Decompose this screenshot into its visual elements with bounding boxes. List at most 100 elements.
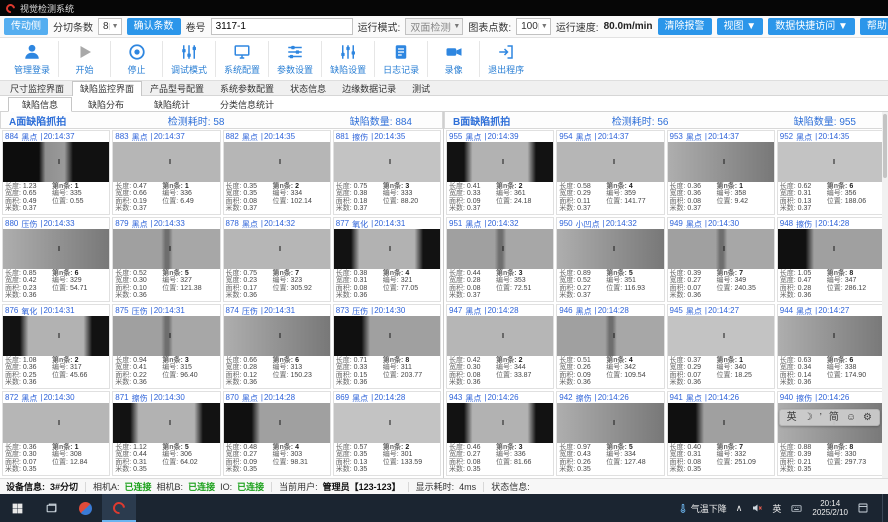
- defect-cell[interactable]: 954 黑点 20:14:37 长度: 0.58 宽度: 0.29 面积: 0.…: [556, 130, 664, 215]
- ime-fullwidth-toggle[interactable]: ☽: [804, 410, 813, 425]
- defect-cell[interactable]: 951 黑点 20:14:32 长度: 0.44 宽度: 0.28 面积: 0.…: [446, 217, 554, 302]
- exit-program-button[interactable]: 退出程序: [480, 41, 532, 77]
- defect-cell[interactable]: 877 氧化 20:14:31 长度: 0.38 宽度: 0.31 面积: 0.…: [333, 217, 441, 302]
- record-video-button[interactable]: 录像: [428, 41, 480, 77]
- run-mode-select[interactable]: 双面检测: [405, 18, 463, 35]
- touch-keyboard-button[interactable]: [790, 503, 803, 514]
- confirm-strips-button[interactable]: 确认条数: [127, 18, 181, 35]
- tab-product-config[interactable]: 产品型号配置: [142, 81, 212, 95]
- subtab-defect-distribution[interactable]: 缺陷分布: [74, 97, 138, 111]
- roll-number-input[interactable]: [211, 18, 353, 35]
- vertical-scrollbar[interactable]: [882, 112, 888, 478]
- tab-status-info[interactable]: 状态信息: [282, 81, 334, 95]
- defect-image[interactable]: [224, 403, 330, 442]
- data-quick-access-button[interactable]: 数据快捷访问 ▼: [768, 18, 855, 35]
- clear-alarm-button[interactable]: 清除报警: [658, 18, 712, 35]
- defect-cell[interactable]: 884 黑点 20:14:37 长度: 1.23 宽度: 0.65 面积: 0.…: [2, 130, 110, 215]
- admin-login-button[interactable]: 管理登录: [6, 41, 59, 77]
- defect-image[interactable]: [224, 229, 330, 268]
- tab-size-monitor[interactable]: 尺寸监控界面: [2, 81, 72, 95]
- defect-cell[interactable]: 876 氧化 20:14:31 长度: 1.08 宽度: 0.36 面积: 0.…: [2, 304, 110, 389]
- defect-image[interactable]: [447, 403, 553, 442]
- defect-settings-button[interactable]: 缺陷设置: [322, 41, 375, 77]
- defect-image[interactable]: [3, 403, 109, 442]
- debug-mode-button[interactable]: 调试模式: [163, 41, 216, 77]
- defect-image[interactable]: [447, 229, 553, 268]
- log-record-button[interactable]: 日志记录: [375, 41, 428, 77]
- defect-cell[interactable]: 883 黑点 20:14:37 长度: 0.47 宽度: 0.66 面积: 0.…: [112, 130, 220, 215]
- ime-settings-button[interactable]: ⚙: [863, 410, 872, 425]
- start-button[interactable]: 开始: [59, 41, 111, 77]
- view-menu-button[interactable]: 视图 ▼: [717, 18, 764, 35]
- defect-image[interactable]: [778, 142, 884, 181]
- param-settings-button[interactable]: 参数设置: [269, 41, 322, 77]
- defect-image[interactable]: [557, 229, 663, 268]
- ime-language-button[interactable]: 英: [772, 502, 781, 515]
- defect-cell[interactable]: 945 黑点 20:14:27 长度: 0.37 宽度: 0.29 面积: 0.…: [667, 304, 775, 389]
- defect-cell[interactable]: 880 压伤 20:14:33 长度: 0.85 宽度: 0.42 面积: 0.…: [2, 217, 110, 302]
- defect-cell[interactable]: 875 压伤 20:14:31 长度: 0.94 宽度: 0.41 面积: 0.…: [112, 304, 220, 389]
- subtab-defect-info[interactable]: 缺陷信息: [8, 97, 72, 112]
- chart-points-select[interactable]: 100: [516, 18, 551, 35]
- defect-cell[interactable]: 952 黑点 20:14:35 长度: 0.62 宽度: 0.31 面积: 0.…: [777, 130, 885, 215]
- defect-image[interactable]: [3, 142, 109, 181]
- defect-image[interactable]: [557, 403, 663, 442]
- defect-cell[interactable]: 948 擦伤 20:14:28 长度: 1.05 宽度: 0.47 面积: 0.…: [777, 217, 885, 302]
- defect-cell[interactable]: 881 擦伤 20:14:35 长度: 0.75 宽度: 0.38 面积: 0.…: [333, 130, 441, 215]
- scrollbar-thumb[interactable]: [883, 114, 887, 178]
- tab-system-params[interactable]: 系统参数配置: [212, 81, 282, 95]
- defect-image[interactable]: [3, 316, 109, 355]
- defect-cell[interactable]: 870 黑点 20:14:28 长度: 0.48 宽度: 0.27 面积: 0.…: [223, 391, 331, 476]
- pinned-app-button[interactable]: [68, 494, 102, 522]
- defect-cell[interactable]: 871 擦伤 20:14:30 长度: 1.12 宽度: 0.44 面积: 0.…: [112, 391, 220, 476]
- defect-cell[interactable]: 953 黑点 20:14:37 长度: 0.36 宽度: 0.36 面积: 0.…: [667, 130, 775, 215]
- notification-center-button[interactable]: [857, 502, 869, 514]
- defect-image[interactable]: [668, 229, 774, 268]
- strip-count-select[interactable]: 8: [98, 18, 122, 35]
- tab-test[interactable]: 测试: [404, 81, 438, 95]
- defect-cell[interactable]: 949 黑点 20:14:30 长度: 0.39 宽度: 0.27 面积: 0.…: [667, 217, 775, 302]
- ime-simplified-toggle[interactable]: 简: [829, 410, 839, 425]
- defect-image[interactable]: [334, 229, 440, 268]
- defect-image[interactable]: [668, 142, 774, 181]
- defect-cell[interactable]: 874 压伤 20:14:31 长度: 0.66 宽度: 0.28 面积: 0.…: [223, 304, 331, 389]
- defect-image[interactable]: [224, 316, 330, 355]
- defect-image[interactable]: [557, 316, 663, 355]
- defect-cell[interactable]: 878 黑点 20:14:32 长度: 0.75 宽度: 0.23 面积: 0.…: [223, 217, 331, 302]
- weather-tray-item[interactable]: 气温下降: [678, 502, 727, 515]
- defect-image[interactable]: [113, 229, 219, 268]
- subtab-defect-stats[interactable]: 缺陷统计: [140, 97, 204, 111]
- defect-image[interactable]: [113, 142, 219, 181]
- defect-image[interactable]: [557, 142, 663, 181]
- start-button[interactable]: [0, 494, 34, 522]
- tray-overflow-button[interactable]: ∧: [736, 503, 743, 514]
- subtab-class-stats[interactable]: 分类信息统计: [206, 97, 288, 111]
- defect-cell[interactable]: 873 压伤 20:14:30 长度: 0.71 宽度: 0.33 面积: 0.…: [333, 304, 441, 389]
- taskbar-clock[interactable]: 20:14 2025/2/10: [812, 499, 848, 518]
- defect-image[interactable]: [113, 403, 219, 442]
- defect-image[interactable]: [447, 316, 553, 355]
- stop-button[interactable]: 停止: [111, 41, 163, 77]
- tab-defect-monitor[interactable]: 缺陷监控界面: [72, 81, 142, 96]
- defect-cell[interactable]: 946 黑点 20:14:28 长度: 0.51 宽度: 0.26 面积: 0.…: [556, 304, 664, 389]
- task-view-button[interactable]: [34, 494, 68, 522]
- defect-cell[interactable]: 943 黑点 20:14:26 长度: 0.46 宽度: 0.27 面积: 0.…: [446, 391, 554, 476]
- defect-image[interactable]: [113, 316, 219, 355]
- defect-cell[interactable]: 941 黑点 20:14:26 长度: 0.40 宽度: 0.31 面积: 0.…: [667, 391, 775, 476]
- defect-cell[interactable]: 955 黑点 20:14:39 长度: 0.41 宽度: 0.33 面积: 0.…: [446, 130, 554, 215]
- defect-cell[interactable]: 869 黑点 20:14:28 长度: 0.57 宽度: 0.35 面积: 0.…: [333, 391, 441, 476]
- defect-image[interactable]: [3, 229, 109, 268]
- volume-button[interactable]: [751, 502, 763, 514]
- defect-cell[interactable]: 872 黑点 20:14:30 长度: 0.36 宽度: 0.30 面积: 0.…: [2, 391, 110, 476]
- defect-cell[interactable]: 942 擦伤 20:14:26 长度: 0.97 宽度: 0.43 面积: 0.…: [556, 391, 664, 476]
- ime-lang-toggle[interactable]: 英: [787, 410, 797, 425]
- ime-emoji-button[interactable]: ☺: [846, 410, 856, 425]
- show-desktop-button[interactable]: [882, 494, 885, 522]
- defect-image[interactable]: [668, 316, 774, 355]
- system-config-button[interactable]: 系统配置: [216, 41, 269, 77]
- defect-cell[interactable]: 950 小凹点 20:14:32 长度: 0.89 宽度: 0.52 面积: 0…: [556, 217, 664, 302]
- defect-cell[interactable]: 882 黑点 20:14:35 长度: 0.35 宽度: 0.35 面积: 0.…: [223, 130, 331, 215]
- defect-image[interactable]: [224, 142, 330, 181]
- tab-edge-data[interactable]: 边缘数据记录: [334, 81, 404, 95]
- defect-cell[interactable]: 879 黑点 20:14:33 长度: 0.52 宽度: 0.30 面积: 0.…: [112, 217, 220, 302]
